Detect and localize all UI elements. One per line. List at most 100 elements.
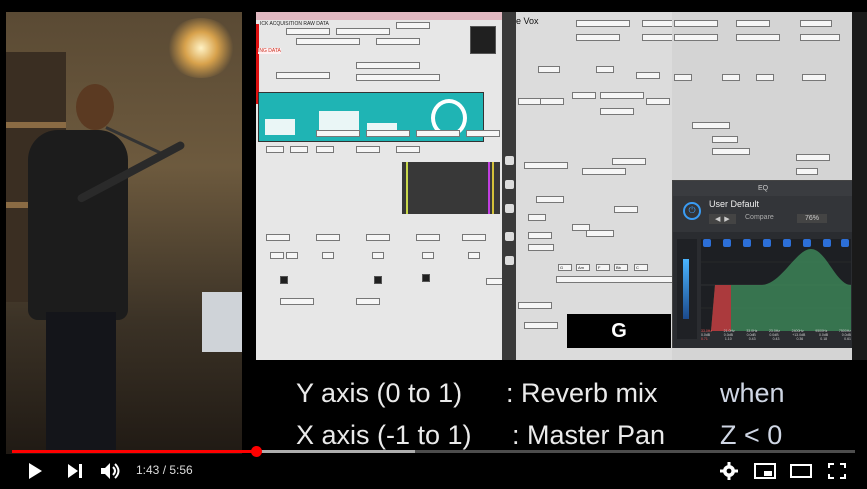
band-button[interactable]: [841, 239, 849, 247]
patch-object: [642, 34, 672, 41]
note-key: C: [634, 264, 648, 271]
patch-toggle: [422, 274, 430, 282]
volume-icon[interactable]: [98, 460, 124, 482]
lock-icon: [505, 256, 514, 265]
patch-object: [336, 28, 390, 35]
patch-object: [416, 234, 440, 241]
q-cell: 0.71: [701, 337, 708, 341]
acquisition-header: ICK ACQUISITION RAW DATA: [256, 12, 502, 27]
scrubber-handle[interactable]: [250, 446, 262, 457]
patch-object: [518, 302, 552, 309]
max-patch-right: e Vox G Am F Bb C G: [516, 12, 672, 360]
q-cell: 0.61: [844, 337, 851, 341]
patch-object: [372, 252, 384, 259]
shelf-board: [6, 122, 66, 128]
patch-object: [538, 66, 560, 73]
patch-object: [692, 122, 730, 129]
compare-button[interactable]: Compare: [745, 214, 774, 221]
eq-title: EQ: [673, 181, 853, 196]
patch-object: [524, 322, 558, 329]
patch-object: [376, 38, 420, 45]
patch-object: [396, 22, 430, 29]
patch-object: [316, 130, 360, 137]
fullscreen-icon-svg: [828, 463, 846, 479]
patch-object: [366, 130, 410, 137]
fullscreen-icon[interactable]: [824, 460, 850, 482]
current-chord-display: G: [567, 314, 671, 348]
patch-object: [600, 92, 644, 99]
patch-object: [286, 28, 330, 35]
patch-object: [572, 92, 596, 99]
q-cell: 0.43: [772, 337, 780, 341]
caption-y-axis: Y axis (0 to 1): [296, 378, 463, 408]
patch-object: [266, 146, 284, 153]
band-button[interactable]: [743, 239, 751, 247]
performer-body: [28, 130, 128, 320]
play-icon[interactable]: [24, 460, 46, 482]
miniplayer-icon[interactable]: [752, 460, 778, 482]
patch-object: [356, 298, 380, 305]
info-icon: [505, 156, 514, 165]
time-display: 1:43 / 5:56: [136, 463, 193, 477]
patch-title: ICK ACQUISITION RAW DATA: [260, 21, 329, 27]
next-icon-svg: [68, 464, 82, 478]
max-patch-right-extension: [672, 12, 852, 180]
theater-icon[interactable]: [788, 460, 814, 482]
band-button[interactable]: [823, 239, 831, 247]
band-table: 33.0Hz 21.0Hz 33.0Hz 23.0Hz 2400Hz 9500H…: [701, 329, 851, 349]
play-icon-svg: [29, 463, 42, 479]
next-icon[interactable]: [64, 460, 86, 482]
band-button[interactable]: [723, 239, 731, 247]
patch-object: [802, 74, 826, 81]
patch-object: [674, 74, 692, 81]
patch-object: [296, 38, 360, 45]
meter-bar: [683, 259, 689, 319]
patch-object: [468, 252, 480, 259]
band-button[interactable]: [703, 239, 711, 247]
band-button[interactable]: [803, 239, 811, 247]
q-cell: 1.10: [724, 337, 732, 341]
band-button[interactable]: [783, 239, 791, 247]
patch-object: [280, 298, 314, 305]
caption-condition-when: when: [720, 378, 785, 408]
patch-object: [316, 146, 334, 153]
panel-icon: [505, 180, 514, 189]
patch-object: [366, 234, 390, 241]
patch-object: [646, 98, 670, 105]
level-meter: [677, 239, 697, 339]
list-icon: [505, 204, 514, 213]
q-cell: 0.18: [820, 337, 828, 341]
band-button[interactable]: [763, 239, 771, 247]
patch-object: [276, 72, 330, 79]
patch-object: [586, 230, 614, 237]
patch-object: [582, 168, 626, 175]
patch-subtitle: ING DATA: [258, 48, 281, 54]
patch-object: [712, 136, 738, 143]
patch-object: [800, 20, 832, 27]
preset-arrows[interactable]: ◀ ▶: [709, 214, 736, 224]
panel-icon: [505, 232, 514, 241]
patch-object: [462, 234, 486, 241]
preset-name[interactable]: User Default: [709, 199, 759, 209]
marker-line: [406, 162, 408, 214]
patch-object: [612, 158, 646, 165]
performer-head: [76, 84, 114, 130]
patch-object: [642, 20, 672, 27]
patch-object: [356, 74, 440, 81]
patch-object: [270, 252, 284, 259]
band-buttons: [701, 239, 851, 249]
gear-icon-svg: [720, 462, 738, 480]
patch-object: [540, 98, 564, 105]
laptop: [202, 292, 242, 352]
zoom-select[interactable]: 76%: [797, 214, 828, 223]
patch-object: [756, 74, 774, 81]
patch-object: [576, 20, 630, 27]
note-key: G: [558, 264, 572, 271]
power-icon[interactable]: ⏻: [683, 202, 701, 220]
marker-line: [492, 162, 494, 214]
patch-object: [712, 148, 750, 155]
settings-gear-icon[interactable]: [718, 460, 740, 482]
duration: 5:56: [169, 463, 193, 477]
patch-object: [674, 34, 718, 41]
patch-object: [528, 214, 546, 221]
